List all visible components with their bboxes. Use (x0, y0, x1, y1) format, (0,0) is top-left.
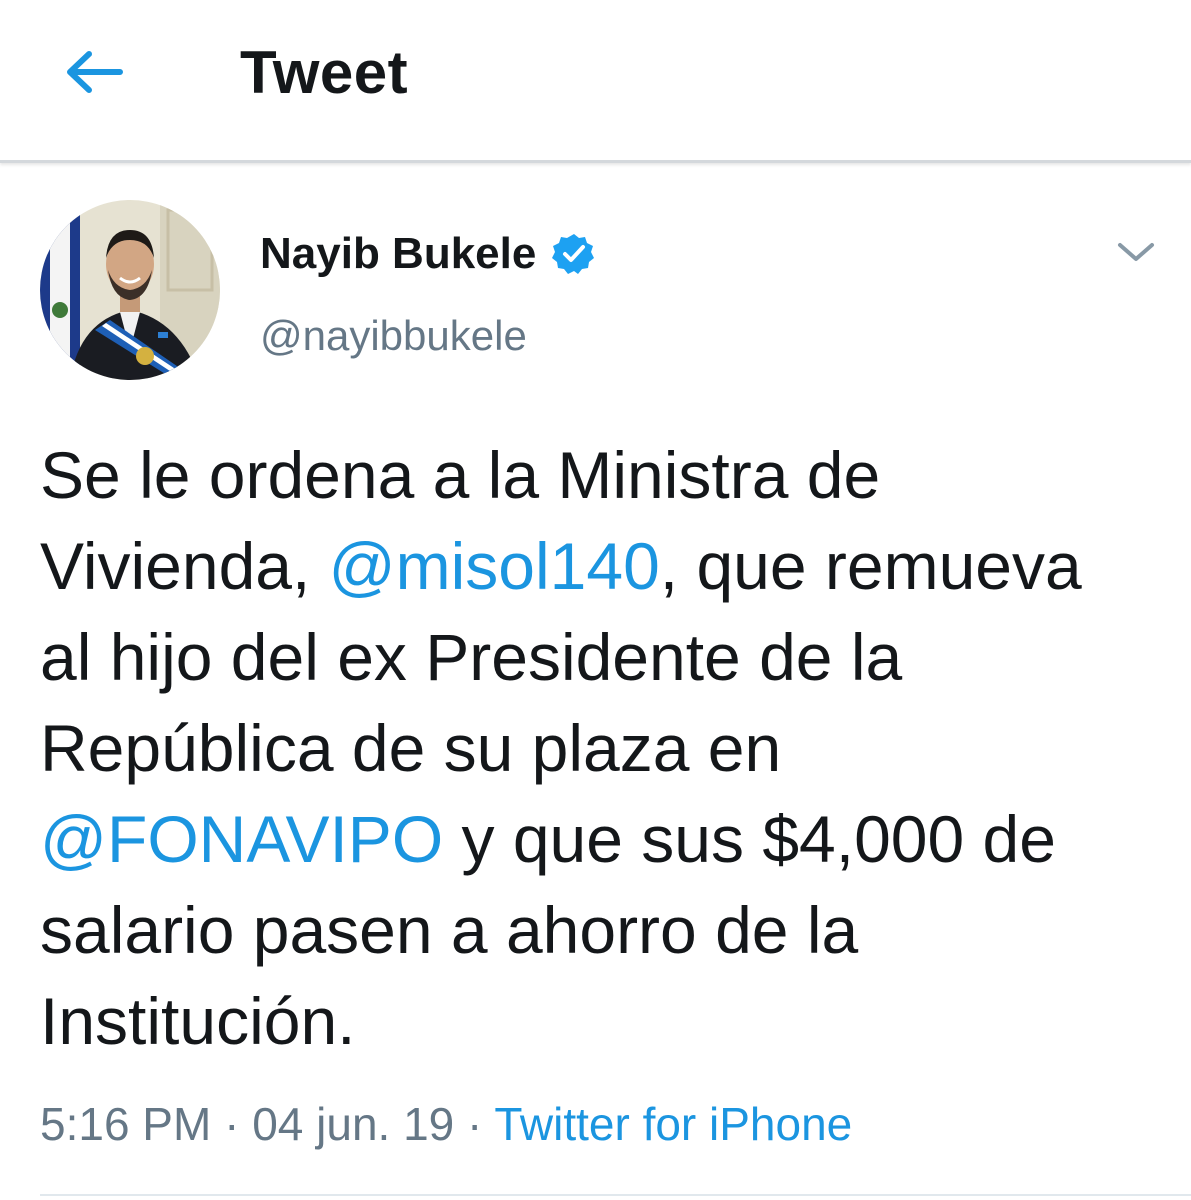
back-button[interactable] (62, 40, 126, 104)
meta-separator: · (211, 1098, 253, 1150)
top-bar: Tweet (0, 0, 1191, 163)
author-name[interactable]: Nayib Bukele (260, 228, 596, 280)
mention-link[interactable]: @FONAVIPO (40, 802, 443, 876)
meta-separator: · (454, 1098, 495, 1150)
page-title: Tweet (240, 39, 409, 106)
mention-link[interactable]: @misol140 (329, 529, 660, 603)
tweet-text: Se le ordena a la Ministra de Vivienda, … (40, 430, 1150, 1067)
chevron-down-icon (1118, 243, 1154, 261)
tweet-meta: 5:16 PM · 04 jun. 19 · Twitter for iPhon… (40, 1096, 852, 1152)
divider (40, 1194, 1191, 1196)
tweet-date: 04 jun. 19 (252, 1098, 455, 1150)
tweet-menu-button[interactable] (1112, 232, 1160, 272)
arrow-left-icon (67, 51, 123, 93)
author-name-text: Nayib Bukele (260, 229, 537, 278)
tweet-source-link[interactable]: Twitter for iPhone (494, 1098, 852, 1150)
avatar[interactable] (40, 200, 220, 380)
author-handle[interactable]: @nayibbukele (260, 310, 527, 362)
verified-badge-icon (552, 232, 596, 276)
tweet-time: 5:16 PM (40, 1098, 212, 1150)
